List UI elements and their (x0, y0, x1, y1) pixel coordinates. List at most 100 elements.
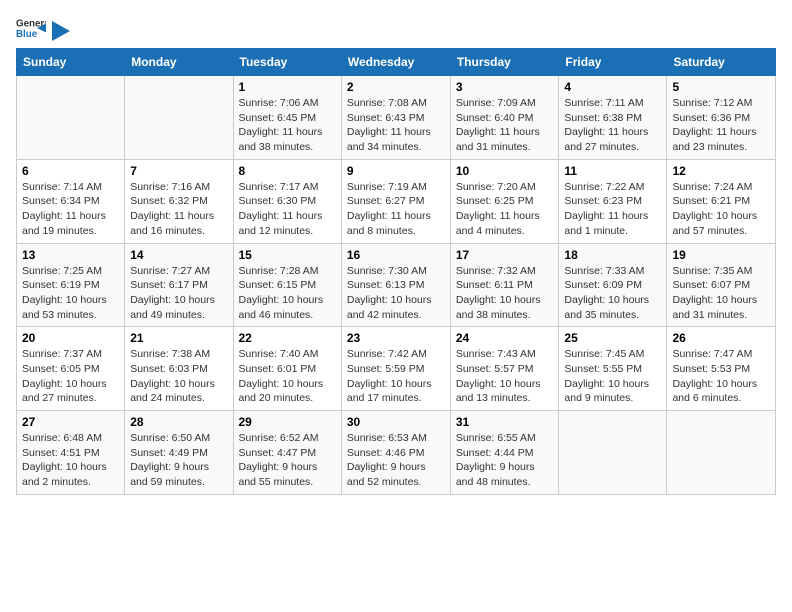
calendar-cell: 1Sunrise: 7:06 AM Sunset: 6:45 PM Daylig… (233, 76, 341, 160)
day-detail: Sunrise: 7:30 AM Sunset: 6:13 PM Dayligh… (347, 264, 445, 323)
calendar-cell: 14Sunrise: 7:27 AM Sunset: 6:17 PM Dayli… (125, 243, 233, 327)
day-number: 28 (130, 415, 227, 429)
weekday-header: Thursday (450, 49, 559, 76)
calendar-cell: 23 Sunrise: 7:42 AM Sunset: 5:59 PM Dayli… (341, 327, 450, 411)
calendar-cell: 19Sunrise: 7:35 AM Sunset: 6:07 PM Dayli… (667, 243, 776, 327)
day-number: 12 (672, 164, 770, 178)
day-number: 4 (564, 80, 661, 94)
day-detail: Sunrise: 7:32 AM Sunset: 6:11 PM Dayligh… (456, 264, 554, 323)
day-detail: Sunrise: 6:52 AM Sunset: 4:47 PM Dayligh… (239, 431, 336, 490)
calendar-cell: 11 Sunrise: 7:22 AM Sunset: 6:23 PM Dayli… (559, 159, 667, 243)
day-number: 6 (22, 164, 119, 178)
day-number: 15 (239, 248, 336, 262)
calendar-cell: 22 Sunrise: 7:40 AM Sunset: 6:01 PM Dayli… (233, 327, 341, 411)
calendar-cell: 30 Sunrise: 6:53 AM Sunset: 4:46 PM Dayli… (341, 411, 450, 495)
day-detail: Sunrise: 7:17 AM Sunset: 6:30 PM Dayligh… (239, 180, 336, 239)
day-detail: Sunrise: 7:43 AM Sunset: 5:57 PM Dayligh… (456, 347, 554, 406)
day-detail: Sunrise: 7:08 AM Sunset: 6:43 PM Dayligh… (347, 96, 445, 155)
calendar-cell (125, 76, 233, 160)
calendar-cell: 7Sunrise: 7:16 AM Sunset: 6:32 PM Daylig… (125, 159, 233, 243)
day-detail: Sunrise: 7:42 AM Sunset: 5:59 PM Dayligh… (347, 347, 445, 406)
calendar-cell: 16 Sunrise: 7:30 AM Sunset: 6:13 PM Dayli… (341, 243, 450, 327)
calendar-cell: 9Sunrise: 7:19 AM Sunset: 6:27 PM Daylig… (341, 159, 450, 243)
day-detail: Sunrise: 7:09 AM Sunset: 6:40 PM Dayligh… (456, 96, 554, 155)
weekday-header: Friday (559, 49, 667, 76)
calendar-cell (17, 76, 125, 160)
svg-text:Blue: Blue (16, 29, 38, 40)
day-detail: Sunrise: 7:20 AM Sunset: 6:25 PM Dayligh… (456, 180, 554, 239)
calendar-cell (667, 411, 776, 495)
day-detail: Sunrise: 7:11 AM Sunset: 6:38 PM Dayligh… (564, 96, 661, 155)
calendar-cell (559, 411, 667, 495)
day-detail: Sunrise: 7:16 AM Sunset: 6:32 PM Dayligh… (130, 180, 227, 239)
day-number: 18 (564, 248, 661, 262)
day-number: 9 (347, 164, 445, 178)
calendar-cell: 25Sunrise: 7:45 AM Sunset: 5:55 PM Dayli… (559, 327, 667, 411)
calendar-cell: 17Sunrise: 7:32 AM Sunset: 6:11 PM Dayli… (450, 243, 559, 327)
day-number: 23 (347, 331, 445, 345)
calendar-cell: 12 Sunrise: 7:24 AM Sunset: 6:21 PM Dayli… (667, 159, 776, 243)
calendar-cell: 20 Sunrise: 7:37 AM Sunset: 6:05 PM Dayli… (17, 327, 125, 411)
calendar-cell: 29 Sunrise: 6:52 AM Sunset: 4:47 PM Dayli… (233, 411, 341, 495)
weekday-header: Wednesday (341, 49, 450, 76)
day-detail: Sunrise: 7:27 AM Sunset: 6:17 PM Dayligh… (130, 264, 227, 323)
day-detail: Sunrise: 7:38 AM Sunset: 6:03 PM Dayligh… (130, 347, 227, 406)
day-detail: Sunrise: 6:50 AM Sunset: 4:49 PM Dayligh… (130, 431, 227, 490)
day-detail: Sunrise: 7:12 AM Sunset: 6:36 PM Dayligh… (672, 96, 770, 155)
logo: General Blue (16, 16, 70, 40)
calendar-week-row: 13 Sunrise: 7:25 AM Sunset: 6:19 PM Dayli… (17, 243, 776, 327)
day-number: 16 (347, 248, 445, 262)
day-number: 3 (456, 80, 554, 94)
day-detail: Sunrise: 6:55 AM Sunset: 4:44 PM Dayligh… (456, 431, 554, 490)
calendar-cell: 24 Sunrise: 7:43 AM Sunset: 5:57 PM Dayli… (450, 327, 559, 411)
day-number: 20 (22, 331, 119, 345)
day-number: 5 (672, 80, 770, 94)
day-number: 29 (239, 415, 336, 429)
day-number: 24 (456, 331, 554, 345)
calendar-cell: 4 Sunrise: 7:11 AM Sunset: 6:38 PM Daylig… (559, 76, 667, 160)
logo-icon: General Blue (16, 16, 46, 40)
calendar-cell: 28 Sunrise: 6:50 AM Sunset: 4:49 PM Dayli… (125, 411, 233, 495)
calendar-cell: 21 Sunrise: 7:38 AM Sunset: 6:03 PM Dayli… (125, 327, 233, 411)
weekday-header: Tuesday (233, 49, 341, 76)
day-number: 21 (130, 331, 227, 345)
calendar-week-row: 1Sunrise: 7:06 AM Sunset: 6:45 PM Daylig… (17, 76, 776, 160)
calendar-cell: 10Sunrise: 7:20 AM Sunset: 6:25 PM Dayli… (450, 159, 559, 243)
day-detail: Sunrise: 6:53 AM Sunset: 4:46 PM Dayligh… (347, 431, 445, 490)
page-header: General Blue (16, 16, 776, 40)
day-detail: Sunrise: 7:14 AM Sunset: 6:34 PM Dayligh… (22, 180, 119, 239)
day-number: 26 (672, 331, 770, 345)
calendar-cell: 15 Sunrise: 7:28 AM Sunset: 6:15 PM Dayli… (233, 243, 341, 327)
day-number: 19 (672, 248, 770, 262)
day-number: 11 (564, 164, 661, 178)
calendar-week-row: 27Sunrise: 6:48 AM Sunset: 4:51 PM Dayli… (17, 411, 776, 495)
calendar-week-row: 6 Sunrise: 7:14 AM Sunset: 6:34 PM Daylig… (17, 159, 776, 243)
calendar-cell: 18Sunrise: 7:33 AM Sunset: 6:09 PM Dayli… (559, 243, 667, 327)
day-detail: Sunrise: 7:40 AM Sunset: 6:01 PM Dayligh… (239, 347, 336, 406)
calendar-cell: 13 Sunrise: 7:25 AM Sunset: 6:19 PM Dayli… (17, 243, 125, 327)
day-number: 31 (456, 415, 554, 429)
day-number: 1 (239, 80, 336, 94)
logo-arrow-icon (52, 21, 70, 41)
day-detail: Sunrise: 7:22 AM Sunset: 6:23 PM Dayligh… (564, 180, 661, 239)
day-detail: Sunrise: 7:25 AM Sunset: 6:19 PM Dayligh… (22, 264, 119, 323)
day-number: 27 (22, 415, 119, 429)
day-number: 30 (347, 415, 445, 429)
weekday-header: Saturday (667, 49, 776, 76)
day-detail: Sunrise: 7:45 AM Sunset: 5:55 PM Dayligh… (564, 347, 661, 406)
calendar-table: SundayMondayTuesdayWednesdayThursdayFrid… (16, 48, 776, 495)
day-number: 22 (239, 331, 336, 345)
calendar-cell: 2 Sunrise: 7:08 AM Sunset: 6:43 PM Daylig… (341, 76, 450, 160)
day-detail: Sunrise: 7:24 AM Sunset: 6:21 PM Dayligh… (672, 180, 770, 239)
weekday-header: Monday (125, 49, 233, 76)
day-detail: Sunrise: 7:47 AM Sunset: 5:53 PM Dayligh… (672, 347, 770, 406)
calendar-cell: 31 Sunrise: 6:55 AM Sunset: 4:44 PM Dayli… (450, 411, 559, 495)
day-number: 13 (22, 248, 119, 262)
calendar-body: 1Sunrise: 7:06 AM Sunset: 6:45 PM Daylig… (17, 76, 776, 495)
day-detail: Sunrise: 7:28 AM Sunset: 6:15 PM Dayligh… (239, 264, 336, 323)
calendar-cell: 5 Sunrise: 7:12 AM Sunset: 6:36 PM Daylig… (667, 76, 776, 160)
calendar-cell: 27Sunrise: 6:48 AM Sunset: 4:51 PM Dayli… (17, 411, 125, 495)
calendar-header-row: SundayMondayTuesdayWednesdayThursdayFrid… (17, 49, 776, 76)
day-number: 2 (347, 80, 445, 94)
day-detail: Sunrise: 7:37 AM Sunset: 6:05 PM Dayligh… (22, 347, 119, 406)
